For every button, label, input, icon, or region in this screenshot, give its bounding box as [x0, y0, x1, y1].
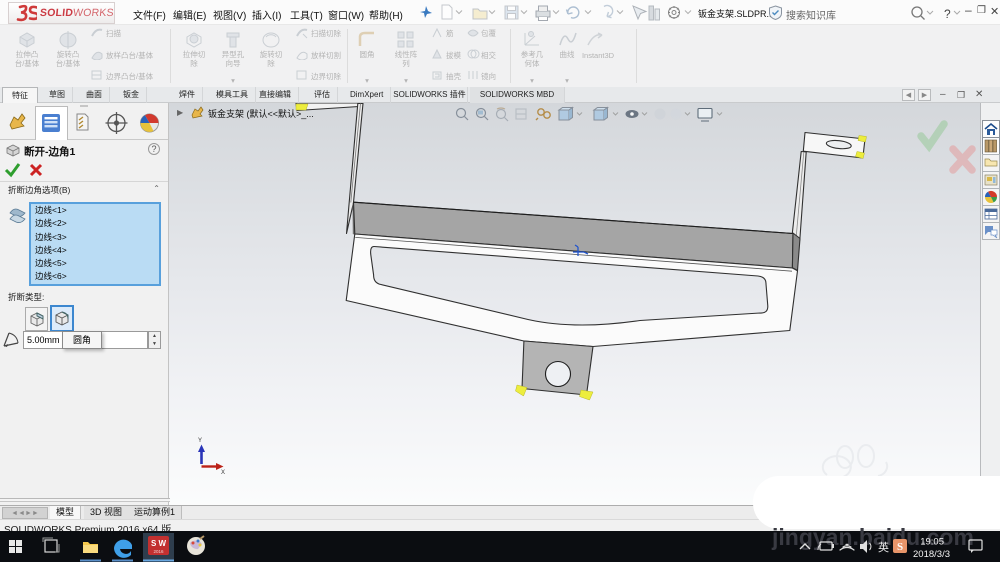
svg-text:英: 英: [878, 540, 889, 554]
svg-text:?: ?: [944, 7, 951, 21]
svg-text:S: S: [897, 541, 903, 553]
svg-text:X: X: [221, 470, 225, 476]
svg-text:2016: 2016: [153, 549, 164, 554]
svg-text:2018/3/3: 2018/3/3: [913, 549, 950, 560]
svg-text:19:05: 19:05: [920, 537, 944, 548]
svg-text:Y: Y: [198, 438, 202, 444]
svg-text:S W: S W: [151, 539, 167, 548]
